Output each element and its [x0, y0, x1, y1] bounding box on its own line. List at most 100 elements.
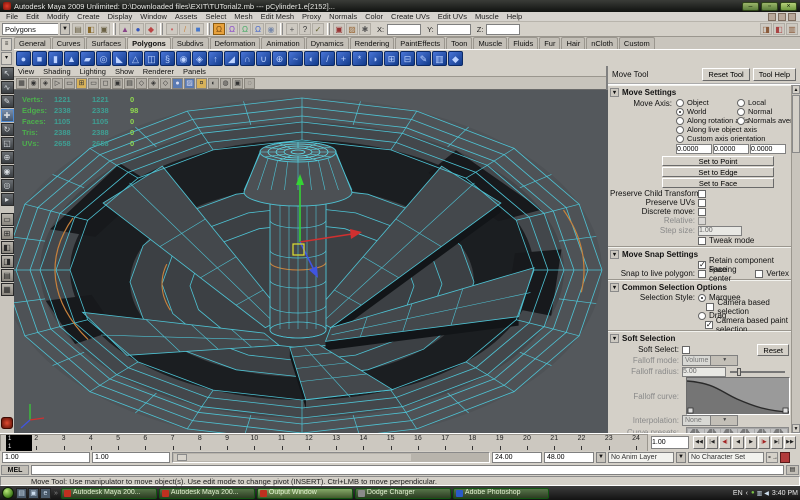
crease-tool-icon[interactable]: ◆	[448, 51, 463, 66]
rotate-tool[interactable]: ↻	[1, 123, 14, 136]
shelf-tab-muscle[interactable]: Muscle	[473, 37, 507, 49]
frame-label[interactable]: 12	[299, 435, 319, 442]
falloff-radius-field[interactable]	[682, 367, 726, 377]
frame-label[interactable]: 18	[462, 435, 482, 442]
poly-soccer-ball-icon[interactable]: ◉	[176, 51, 191, 66]
start-button[interactable]	[2, 487, 14, 499]
frame-label[interactable]: 9	[217, 435, 237, 442]
shelf-tab-hair[interactable]: Hair	[561, 37, 585, 49]
falloff-curve-graph[interactable]	[686, 377, 790, 415]
ipr-render-icon[interactable]: ▨	[346, 23, 358, 35]
soft-selection-header[interactable]: Soft Selection	[610, 333, 789, 344]
radio-normal[interactable]	[737, 108, 745, 116]
ui-toggle-1-icon[interactable]	[768, 13, 776, 21]
shelf-tab-polygons[interactable]: Polygons	[127, 37, 171, 49]
character-set-dropdown[interactable]: No Character Set	[688, 452, 764, 463]
drag-radio[interactable]	[698, 312, 706, 320]
construction-history-icon[interactable]: ✓	[312, 23, 324, 35]
volume-icon[interactable]: ◀	[764, 490, 769, 497]
shelf-tab-subdivs[interactable]: Subdivs	[172, 37, 209, 49]
frame-label[interactable]: 6	[135, 435, 155, 442]
frame-label[interactable]: 13	[326, 435, 346, 442]
extrude-icon[interactable]: ↑	[208, 51, 223, 66]
save-scene-icon[interactable]: ▣	[98, 23, 110, 35]
layout-hypershade[interactable]: ▤	[1, 269, 14, 282]
anim-end-field[interactable]	[544, 452, 594, 463]
task-button[interactable]: Output Window	[257, 488, 353, 499]
select-by-component-icon[interactable]: ◆	[145, 23, 157, 35]
menu-muscle[interactable]: Muscle	[471, 12, 503, 21]
menu-edit[interactable]: Edit	[22, 12, 43, 21]
dropdown-arrow-icon[interactable]: ▼	[710, 356, 738, 365]
menu-modify[interactable]: Modify	[43, 12, 73, 21]
radio-normals-average[interactable]	[737, 117, 745, 125]
dropdown-arrow-icon[interactable]: ▼	[710, 416, 738, 425]
preserve-child-checkbox[interactable]	[698, 190, 706, 198]
menu-help[interactable]: Help	[503, 12, 526, 21]
frame-label[interactable]: 11	[272, 435, 292, 442]
make-live-icon[interactable]: ◉	[265, 23, 277, 35]
frame-label[interactable]: 16	[408, 435, 428, 442]
soft-select-reset-button[interactable]: Reset	[757, 344, 789, 356]
isolate-select-icon[interactable]: ▣	[232, 78, 243, 89]
menu-normals[interactable]: Normals	[325, 12, 361, 21]
frame-label[interactable]: 8	[190, 435, 210, 442]
character-set-dropdown-icon[interactable]: ▼	[676, 452, 686, 463]
viewport-menu-shading[interactable]: Shading	[43, 67, 71, 76]
frame-label[interactable]: 5	[108, 435, 128, 442]
snap-to-planes-icon[interactable]: Ω	[252, 23, 264, 35]
minimize-button[interactable]: –	[742, 2, 759, 11]
play-backwards-button[interactable]: ◀	[732, 436, 744, 449]
frame-label[interactable]: 4	[81, 435, 101, 442]
shelf-tab-surfaces[interactable]: Surfaces	[86, 37, 126, 49]
poly-pyramid-icon[interactable]: △	[128, 51, 143, 66]
anim-layer-dropdown[interactable]: No Anim Layer	[608, 452, 674, 463]
face-center-checkbox[interactable]	[698, 270, 706, 278]
retain-spacing-checkbox[interactable]	[698, 261, 706, 269]
task-button[interactable]: Autodesk Maya 200...	[159, 488, 255, 499]
show-attribute-editor-icon[interactable]: ◨	[760, 23, 772, 35]
platonic-solids-icon[interactable]: ◈	[192, 51, 207, 66]
radio-along-rotation-axis[interactable]	[676, 117, 684, 125]
select-by-object-icon[interactable]: ●	[132, 23, 144, 35]
frame-label[interactable]: 21	[544, 435, 564, 442]
ui-toggle-2-icon[interactable]	[778, 13, 786, 21]
sculpt-tool-icon[interactable]: ✎	[416, 51, 431, 66]
button-set-to-point[interactable]: Set to Point	[662, 156, 774, 166]
poly-cone-icon[interactable]: ▲	[64, 51, 79, 66]
menu-create-uvs[interactable]: Create UVs	[387, 12, 434, 21]
poly-plane-icon[interactable]: ▰	[80, 51, 95, 66]
new-scene-icon[interactable]: ▤	[72, 23, 84, 35]
wireframe-mode-icon[interactable]: ◇	[160, 78, 171, 89]
panel-scrollbar[interactable]: ▲ ▼	[791, 85, 800, 433]
menu-proxy[interactable]: Proxy	[298, 12, 325, 21]
menu-create[interactable]: Create	[73, 12, 104, 21]
mask-points-icon[interactable]: •	[166, 23, 178, 35]
frame-label[interactable]: 3	[54, 435, 74, 442]
poly-helix-icon[interactable]: §	[160, 51, 175, 66]
camera-paint-checkbox[interactable]	[705, 321, 713, 329]
layout-persp-outliner[interactable]: ◧	[1, 241, 14, 254]
common-selection-header[interactable]: Common Selection Options	[610, 282, 789, 293]
shelf-tab-ncloth[interactable]: nCloth	[586, 37, 618, 49]
menu-set-dropdown-arrow-icon[interactable]: ▼	[60, 23, 70, 35]
paint-select-tool[interactable]: ✎	[1, 95, 14, 108]
shelf-menu-button[interactable]: ▾	[1, 52, 12, 65]
last-tool-used[interactable]: ▸	[1, 193, 14, 206]
preserve-uvs-checkbox[interactable]	[698, 199, 706, 207]
shelf-tab-toon[interactable]: Toon	[446, 37, 472, 49]
shelf-tab-animation[interactable]: Animation	[261, 37, 304, 49]
show-channel-box-icon[interactable]: ▥	[786, 23, 798, 35]
range-handle[interactable]	[177, 454, 187, 461]
task-button[interactable]: Adobe Photoshop	[453, 488, 549, 499]
shelf-tab-rendering[interactable]: Rendering	[350, 37, 395, 49]
bridge-icon[interactable]: ∩	[240, 51, 255, 66]
radio-custom-axis-orientation[interactable]	[676, 135, 684, 143]
go-to-start-button[interactable]: ◀◀	[693, 436, 705, 449]
menu-display[interactable]: Display	[104, 12, 137, 21]
universal-manipulator-tool[interactable]: ⊕	[1, 151, 14, 164]
current-frame-indicator[interactable]: 1 1	[6, 435, 32, 452]
frame-label[interactable]: 14	[353, 435, 373, 442]
relative-checkbox[interactable]	[698, 217, 706, 225]
menu-mesh[interactable]: Mesh	[230, 12, 256, 21]
